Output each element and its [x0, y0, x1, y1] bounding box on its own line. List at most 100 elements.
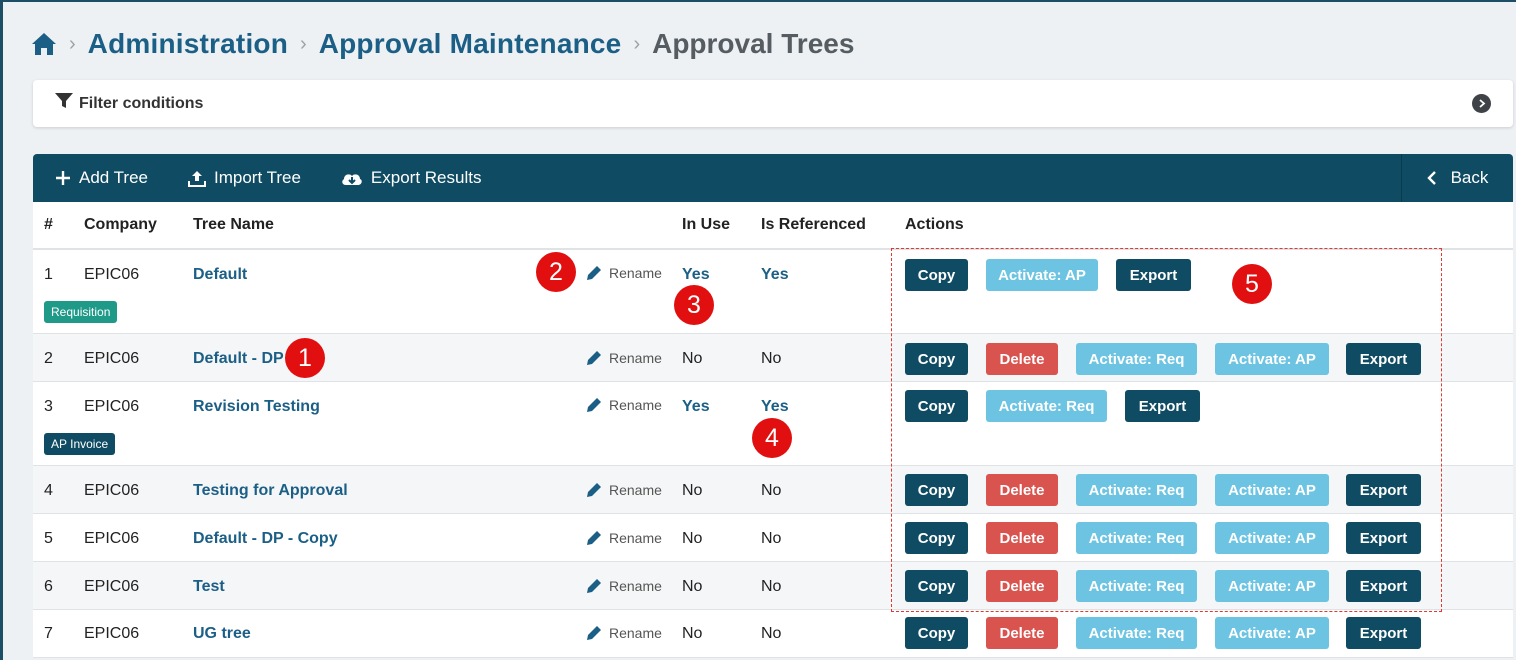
chevron-left-icon [1426, 171, 1436, 185]
activate-req-button[interactable]: Activate: Req [1076, 617, 1197, 649]
export-button[interactable]: Export [1346, 617, 1421, 649]
tree-name-link[interactable]: Default [193, 266, 247, 284]
row-company: EPIC06 [84, 625, 140, 642]
is-referenced-value: No [761, 625, 782, 642]
rename-label: Rename [609, 578, 662, 594]
tree-name-link[interactable]: Testing for Approval [193, 482, 348, 500]
header-actions: Actions [905, 216, 964, 233]
chevron-right-icon: › [633, 32, 641, 55]
copy-button[interactable]: Copy [905, 617, 968, 649]
row-company: EPIC06 [84, 398, 140, 415]
row-num: 3 [44, 398, 53, 415]
row-company: EPIC06 [84, 350, 140, 367]
pencil-icon [587, 351, 601, 365]
is-referenced-value: No [761, 578, 782, 595]
filter-conditions-bar[interactable]: Filter conditions [33, 80, 1513, 127]
requisition-tag: Requisition [44, 301, 118, 323]
header-num: # [44, 216, 53, 233]
cloud-download-icon [342, 173, 362, 185]
import-tree-label: Import Tree [214, 168, 301, 187]
in-use-value: No [682, 350, 703, 367]
back-label: Back [1450, 168, 1489, 187]
is-referenced-value[interactable]: Yes [761, 266, 789, 284]
chevron-right-icon: › [69, 32, 76, 55]
tree-name-link[interactable]: Revision Testing [193, 398, 320, 416]
callout-4: 4 [752, 418, 792, 458]
add-tree-label: Add Tree [79, 168, 148, 187]
rename-label: Rename [609, 350, 662, 366]
rename-label: Rename [609, 397, 662, 413]
page-title: Approval Trees [652, 28, 855, 59]
rename-button[interactable]: Rename [585, 577, 662, 595]
callout-1: 1 [285, 338, 325, 378]
activate-ap-button[interactable]: Activate: AP [1215, 617, 1329, 649]
table-header: # Company Tree Name In Use Is Referenced… [33, 202, 1513, 250]
row-num: 1 [44, 266, 53, 283]
add-tree-button[interactable]: Add Tree [55, 168, 148, 188]
breadcrumb-administration[interactable]: Administration [88, 28, 288, 60]
breadcrumb-approval-maintenance[interactable]: Approval Maintenance [319, 28, 622, 60]
pencil-icon [587, 531, 601, 545]
in-use-value: No [682, 530, 703, 547]
row-company: EPIC06 [84, 482, 140, 499]
tree-name-link[interactable]: Default - DP - Copy [193, 530, 338, 548]
export-results-button[interactable]: Export Results [341, 168, 482, 188]
rename-button[interactable]: Rename [585, 529, 662, 547]
row-num: 2 [44, 350, 53, 367]
row-company: EPIC06 [84, 266, 140, 283]
back-button[interactable]: Back [1401, 154, 1513, 202]
rename-label: Rename [609, 625, 662, 641]
table-toolbar: Add Tree Import Tree Export Results Back [33, 154, 1513, 202]
header-in-use: In Use [682, 216, 731, 233]
rename-label: Rename [609, 530, 662, 546]
pencil-icon [587, 266, 601, 280]
in-use-value: No [682, 578, 703, 595]
callout-5: 5 [1232, 264, 1272, 304]
pencil-icon [587, 483, 601, 497]
actions-highlight-box [891, 248, 1442, 612]
import-tree-button[interactable]: Import Tree [188, 168, 301, 188]
rename-label: Rename [609, 482, 662, 498]
rename-button[interactable]: Rename [585, 349, 662, 367]
row-num: 7 [44, 625, 53, 642]
in-use-value: Yes [682, 266, 710, 283]
breadcrumb: › Administration › Approval Maintenance … [31, 26, 854, 62]
home-icon[interactable] [31, 31, 57, 57]
filter-label: Filter conditions [79, 94, 204, 112]
rename-button[interactable]: Rename [585, 481, 662, 499]
row-num: 5 [44, 530, 53, 547]
rename-button[interactable]: Rename [585, 396, 662, 414]
rename-button[interactable]: Rename [585, 264, 662, 282]
is-referenced-value: No [761, 530, 782, 547]
row-num: 4 [44, 482, 53, 499]
is-referenced-value: No [761, 350, 782, 367]
is-referenced-value: No [761, 482, 782, 499]
callout-3: 3 [674, 285, 714, 325]
in-use-value: No [682, 625, 703, 642]
row-company: EPIC06 [84, 530, 140, 547]
rename-label: Rename [609, 265, 662, 281]
row-num: 6 [44, 578, 53, 595]
pencil-icon [587, 579, 601, 593]
row-company: EPIC06 [84, 578, 140, 595]
table-row: 7 EPIC06 UG tree Rename No No Copy Delet… [33, 610, 1513, 658]
tree-name-link[interactable]: Test [193, 578, 225, 596]
chevron-right-icon[interactable] [1472, 94, 1491, 113]
pencil-icon [587, 398, 601, 412]
in-use-value: Yes [682, 398, 710, 415]
app-frame: › Administration › Approval Maintenance … [0, 0, 1516, 660]
plus-icon [56, 171, 70, 185]
rename-button[interactable]: Rename [585, 624, 662, 642]
tree-name-link[interactable]: Default - DP [193, 350, 284, 368]
pencil-icon [587, 626, 601, 640]
filter-icon [55, 93, 73, 114]
tree-name-link[interactable]: UG tree [193, 625, 251, 643]
delete-button[interactable]: Delete [986, 617, 1058, 649]
export-results-label: Export Results [370, 168, 482, 187]
ap-invoice-tag: AP Invoice [44, 433, 116, 455]
upload-icon [188, 170, 206, 187]
callout-2: 2 [536, 252, 576, 292]
in-use-value: No [682, 482, 703, 499]
header-is-referenced: Is Referenced [761, 216, 866, 233]
is-referenced-value[interactable]: Yes [761, 398, 789, 416]
